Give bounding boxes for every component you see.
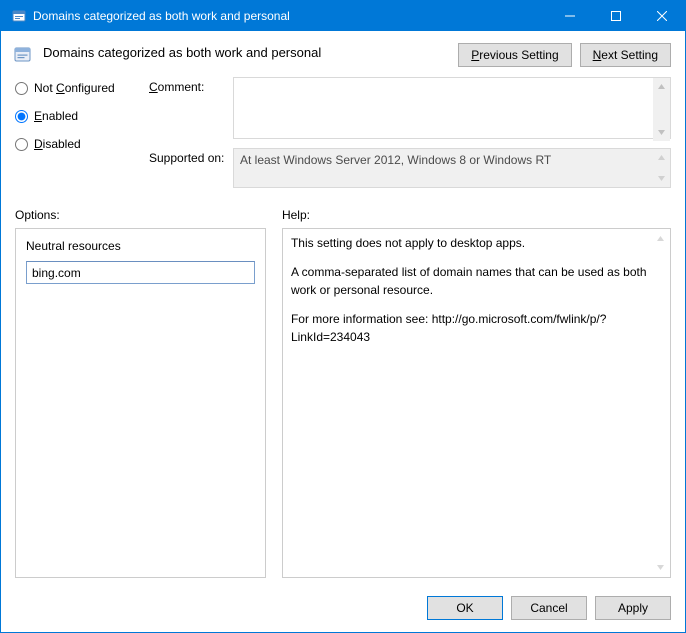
options-section-label: Options: (15, 208, 266, 222)
help-text-line: A comma-separated list of domain names t… (291, 264, 648, 299)
cancel-button[interactable]: Cancel (511, 596, 587, 620)
titlebar: Domains categorized as both work and per… (1, 1, 685, 31)
config-grid: Not Configured Enabled Disabled Comment: (1, 71, 685, 198)
supported-on-value: At least Windows Server 2012, Windows 8 … (233, 148, 671, 188)
scroll-up-icon[interactable] (652, 230, 669, 247)
window-controls (547, 1, 685, 31)
comment-scrollbar[interactable] (653, 78, 670, 141)
neutral-resources-label: Neutral resources (26, 239, 255, 253)
previous-setting-button[interactable]: Previous Setting (458, 43, 571, 67)
maximize-button[interactable] (593, 1, 639, 31)
comment-label: Comment: (149, 77, 229, 94)
next-setting-button[interactable]: Next Setting (580, 43, 671, 67)
comment-field-wrap (233, 77, 671, 142)
policy-editor-window: Domains categorized as both work and per… (0, 0, 686, 633)
options-panel: Options: Neutral resources (15, 208, 266, 578)
dialog-footer: OK Cancel Apply (1, 584, 685, 632)
scroll-down-icon[interactable] (653, 124, 670, 141)
help-text-line: For more information see: http://go.micr… (291, 311, 648, 346)
help-panel: Help: This setting does not apply to des… (282, 208, 671, 578)
radio-enabled-label: Enabled (34, 109, 78, 123)
lower-panels: Options: Neutral resources Help: This se… (1, 198, 685, 584)
radio-not-configured[interactable]: Not Configured (15, 81, 145, 95)
help-text-line: This setting does not apply to desktop a… (291, 235, 648, 252)
scroll-down-icon (653, 170, 670, 187)
header-row: Domains categorized as both work and per… (1, 31, 685, 71)
help-section-label: Help: (282, 208, 671, 222)
setting-icon (13, 45, 33, 65)
radio-not-configured-input[interactable] (15, 82, 28, 95)
ok-button[interactable]: OK (427, 596, 503, 620)
app-icon (11, 8, 27, 24)
scroll-down-icon[interactable] (652, 559, 669, 576)
radio-enabled-input[interactable] (15, 110, 28, 123)
window-title: Domains categorized as both work and per… (33, 1, 547, 31)
state-radio-group: Not Configured Enabled Disabled (15, 77, 145, 151)
radio-not-configured-label: Not Configured (34, 81, 115, 95)
help-box: This setting does not apply to desktop a… (282, 228, 671, 578)
supported-on-label: Supported on: (149, 148, 229, 165)
options-box: Neutral resources (15, 228, 266, 578)
minimize-button[interactable] (547, 1, 593, 31)
scroll-up-icon[interactable] (653, 78, 670, 95)
setting-title: Domains categorized as both work and per… (43, 43, 448, 60)
supported-scrollbar (653, 149, 670, 187)
apply-button[interactable]: Apply (595, 596, 671, 620)
scroll-up-icon (653, 149, 670, 166)
radio-disabled-input[interactable] (15, 138, 28, 151)
comment-textarea[interactable] (233, 77, 671, 139)
neutral-resources-input[interactable] (26, 261, 255, 284)
close-button[interactable] (639, 1, 685, 31)
supported-on-field-wrap: At least Windows Server 2012, Windows 8 … (233, 148, 671, 188)
content-area: Domains categorized as both work and per… (1, 31, 685, 632)
nav-buttons: Previous Setting Next Setting (458, 43, 671, 67)
help-scrollbar[interactable] (652, 230, 669, 576)
radio-disabled-label: Disabled (34, 137, 81, 151)
radio-enabled[interactable]: Enabled (15, 109, 145, 123)
radio-disabled[interactable]: Disabled (15, 137, 145, 151)
